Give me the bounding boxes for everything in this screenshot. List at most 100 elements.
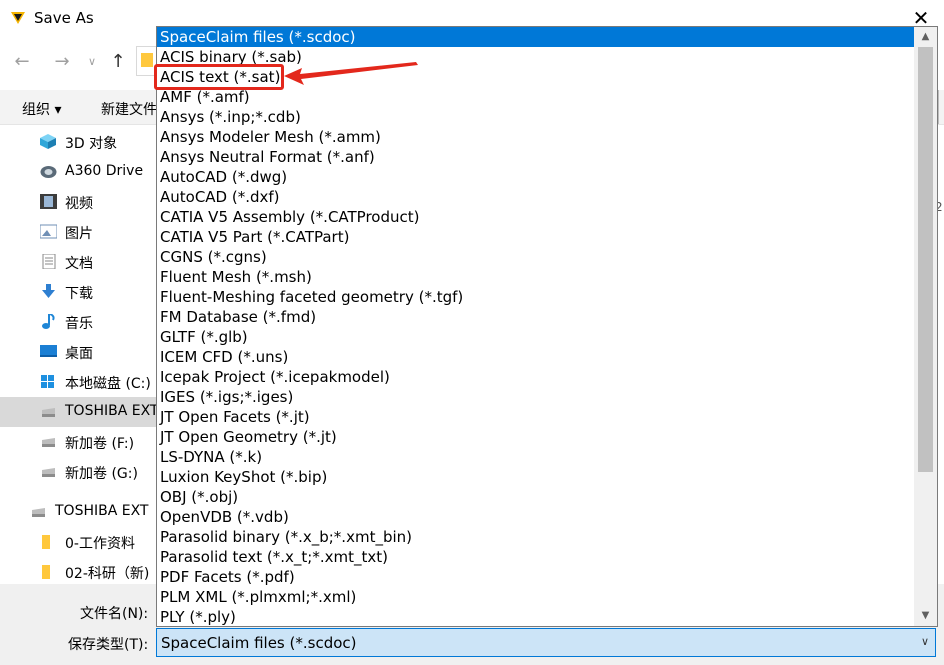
dropdown-option-label: Fluent Mesh (*.msh) [160,268,312,286]
annotation-highlight-box [154,64,284,90]
sidebar-item-desktop[interactable]: 桌面 [0,337,158,367]
recent-locations-chevron-icon[interactable]: ∨ [80,50,104,74]
chevron-down-icon[interactable]: ∨ [921,635,929,648]
sidebar-item-music[interactable]: 音乐 [0,307,158,337]
sidebar-item-folder-research[interactable]: 02-科研（新) [0,557,158,584]
savetype-dropdown-list: SpaceClaim files (*.scdoc) ACIS binary (*… [156,26,938,627]
back-arrow-icon[interactable]: ← [10,50,34,74]
downloads-icon [42,284,55,298]
sidebar-item-label: 文档 [65,256,93,272]
sidebar-item-folder-work[interactable]: 0-工作资料 [0,527,158,557]
dropdown-option[interactable]: CATIA V5 Assembly (*.CATProduct) [157,207,915,227]
dropdown-option-label: JT Open Facets (*.jt) [160,408,310,426]
sidebar-item-downloads[interactable]: 下载 [0,277,158,307]
dropdown-option[interactable]: JT Open Geometry (*.jt) [157,427,915,447]
up-arrow-icon[interactable]: ↑ [106,50,130,74]
organize-button[interactable]: 组织 ▾ [22,99,61,119]
dropdown-option[interactable]: Parasolid binary (*.x_b;*.xmt_bin) [157,527,915,547]
music-icon [42,314,55,329]
scroll-up-icon[interactable]: ▲ [914,27,937,47]
dropdown-option[interactable]: Fluent Mesh (*.msh) [157,267,915,287]
sidebar-item-toshiba-ext-root[interactable]: TOSHIBA EXT [0,497,158,527]
sidebar-item-label: A360 Drive [65,163,144,179]
dropdown-option[interactable]: LS-DYNA (*.k) [157,447,915,467]
dropdown-option[interactable]: Luxion KeyShot (*.bip) [157,467,915,487]
scroll-down-icon[interactable]: ▼ [914,606,937,626]
sidebar-item-documents[interactable]: 文档 [0,247,158,277]
sidebar-item-label: 图片 [65,226,93,242]
dropdown-option-label: Luxion KeyShot (*.bip) [160,468,328,486]
dropdown-option[interactable]: AutoCAD (*.dwg) [157,167,915,187]
dropdown-option[interactable]: AMF (*.amf) [157,87,915,107]
drive-icon [42,408,55,417]
dropdown-option-label: Parasolid binary (*.x_b;*.xmt_bin) [160,528,412,546]
dropdown-option[interactable]: OpenVDB (*.vdb) [157,507,915,527]
filename-label: 文件名(N): [80,606,149,622]
savetype-combobox[interactable]: SpaceClaim files (*.scdoc) ∨ [156,628,936,657]
pictures-icon [40,224,57,239]
dropdown-option[interactable]: Ansys Modeler Mesh (*.amm) [157,127,915,147]
new-folder-button[interactable]: 新建文件 [101,99,157,119]
sidebar-item-volume-f[interactable]: 新加卷 (F:) [0,427,158,457]
dropdown-option[interactable]: CATIA V5 Part (*.CATPart) [157,227,915,247]
dropdown-option-label: CGNS (*.cgns) [160,248,267,266]
drive-icon [42,468,55,477]
dropdown-option[interactable]: Fluent-Meshing faceted geometry (*.tgf) [157,287,915,307]
dropdown-option[interactable]: FM Database (*.fmd) [157,307,915,327]
sidebar-item-label: 新加卷 (G:) [65,466,138,482]
dropdown-option[interactable]: AutoCAD (*.dxf) [157,187,915,207]
dropdown-option[interactable]: GLTF (*.glb) [157,327,915,347]
dropdown-option[interactable]: IGES (*.igs;*.iges) [157,387,915,407]
dropdown-option-label: PDF Facets (*.pdf) [160,568,295,586]
dropdown-option-label: SpaceClaim files (*.scdoc) [160,28,356,46]
dropdown-option[interactable]: CGNS (*.cgns) [157,247,915,267]
savetype-label: 保存类型(T): [68,637,149,653]
drive-icon [42,438,55,447]
dropdown-option-label: Ansys (*.inp;*.cdb) [160,108,301,126]
sidebar-item-pictures[interactable]: 图片 [0,217,158,247]
sidebar-item-label: 桌面 [65,346,93,362]
sidebar-item-label: TOSHIBA EXT [55,503,149,519]
dropdown-option-label: JT Open Geometry (*.jt) [160,428,337,446]
dropdown-option[interactable]: PDF Facets (*.pdf) [157,567,915,587]
dropdown-option[interactable]: OBJ (*.obj) [157,487,915,507]
sidebar-item-volume-g[interactable]: 新加卷 (G:) [0,457,158,487]
dropdown-option-label: GLTF (*.glb) [160,328,248,346]
dropdown-option-label: IGES (*.igs;*.iges) [160,388,294,406]
dropdown-option[interactable]: SpaceClaim files (*.scdoc) [157,27,915,47]
dropdown-option-label: AutoCAD (*.dxf) [160,188,280,206]
sidebar-item-a360-drive[interactable]: A360 Drive [0,157,158,187]
sidebar-item-videos[interactable]: 视频 [0,187,158,217]
dropdown-option[interactable]: Ansys Neutral Format (*.anf) [157,147,915,167]
dropdown-option[interactable]: PLM XML (*.plmxml;*.xml) [157,587,915,607]
dropdown-option-label: Ansys Neutral Format (*.anf) [160,148,375,166]
folder-icon [42,535,50,549]
desktop-icon [40,345,57,357]
sidebar-item-label: 音乐 [65,316,93,332]
sidebar-item-label: 本地磁盘 (C:) [65,376,151,392]
dropdown-option[interactable]: Icepak Project (*.icepakmodel) [157,367,915,387]
dropdown-option-label: PLM XML (*.plmxml;*.xml) [160,588,357,606]
sidebar-item-local-disk-c[interactable]: 本地磁盘 (C:) [0,367,158,397]
dropdown-option-label: Fluent-Meshing faceted geometry (*.tgf) [160,288,464,306]
3d-objects-icon [40,134,56,149]
forward-arrow-icon[interactable]: → [50,50,74,74]
scrollbar[interactable]: ▲ ▼ [914,27,937,626]
dropdown-option-label: CATIA V5 Assembly (*.CATProduct) [160,208,420,226]
sidebar-item-3d-objects[interactable]: 3D 对象 [0,127,158,157]
dropdown-option-label: CATIA V5 Part (*.CATPart) [160,228,350,246]
dropdown-option-label: PLY (*.ply) [160,608,236,626]
dropdown-option[interactable]: PLY (*.ply) [157,607,915,626]
folder-icon [141,53,153,67]
video-icon [40,194,57,209]
dropdown-option[interactable]: ICEM CFD (*.uns) [157,347,915,367]
scrollbar-thumb[interactable] [918,47,933,472]
dropdown-option-label: Ansys Modeler Mesh (*.amm) [160,128,381,146]
dropdown-option[interactable]: Ansys (*.inp;*.cdb) [157,107,915,127]
annotation-arrow-icon [284,62,418,85]
local-disk-icon [41,375,54,388]
drive-icon [32,508,45,517]
dropdown-option[interactable]: Parasolid text (*.x_t;*.xmt_txt) [157,547,915,567]
dropdown-option[interactable]: JT Open Facets (*.jt) [157,407,915,427]
sidebar-item-toshiba-ext[interactable]: TOSHIBA EXT [0,397,158,427]
